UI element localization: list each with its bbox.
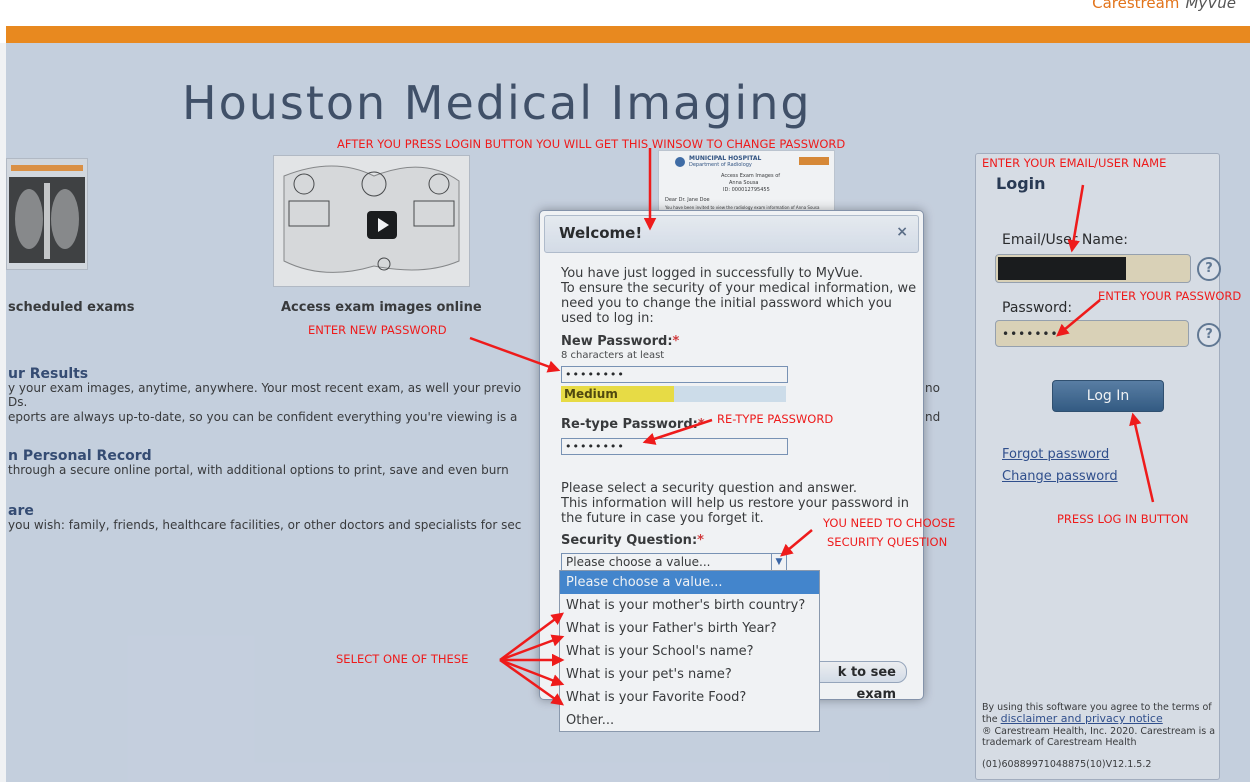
annotation-arrows [469, 148, 1155, 706]
arrow-to-option [499, 634, 565, 662]
arrow-to-password [1056, 299, 1101, 337]
arrow-to-login [1129, 412, 1155, 503]
arrow-to-select [780, 529, 813, 557]
arrow-to-new-password [469, 336, 561, 373]
arrow-to-option [499, 612, 565, 662]
arrow-to-email [1067, 184, 1085, 253]
arrow-to-retype [642, 418, 713, 445]
arrow-to-option [499, 658, 565, 706]
arrow-to-option [499, 658, 565, 687]
